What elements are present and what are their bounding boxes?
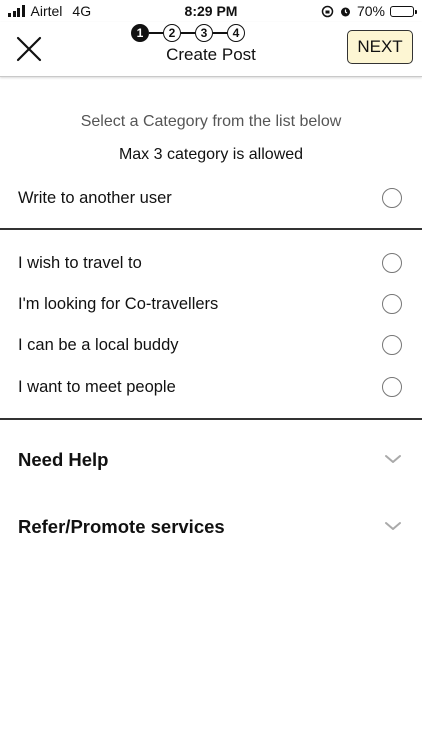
status-bar: Airtel 4G 8:29 PM 70%	[0, 0, 422, 22]
radio-button[interactable]	[382, 188, 402, 208]
chevron-down-icon	[385, 455, 401, 463]
next-button[interactable]: NEXT	[347, 30, 413, 64]
option-label: I want to meet people	[18, 378, 176, 396]
step-3: 3	[195, 24, 213, 42]
option-local-buddy[interactable]: I can be a local buddy	[0, 327, 422, 363]
limit-text: Max 3 category is allowed	[118, 146, 304, 163]
option-co-travellers[interactable]: I'm looking for Co-travellers	[0, 286, 422, 322]
radio-button[interactable]	[382, 294, 402, 314]
radio-button[interactable]	[382, 377, 402, 397]
option-meet-people[interactable]: I want to meet people	[0, 369, 422, 405]
step-connector	[213, 32, 227, 34]
status-right: 70%	[321, 3, 417, 19]
section-label: Need Help	[18, 449, 109, 470]
step-connector	[149, 32, 163, 34]
radio-button[interactable]	[382, 253, 402, 273]
step-indicator: 1 2 3 4	[131, 22, 245, 44]
option-label: I'm looking for Co-travellers	[18, 295, 219, 313]
rotation-lock-icon	[321, 5, 334, 17]
radio-button[interactable]	[382, 335, 402, 355]
option-label: I can be a local buddy	[18, 336, 179, 354]
option-label: Write to another user	[18, 189, 172, 207]
section-refer-promote[interactable]: Refer/Promote services	[0, 510, 422, 546]
instruction-text: Select a Category from the list below	[80, 113, 342, 130]
chevron-down-icon	[385, 522, 401, 530]
step-1: 1	[131, 24, 149, 42]
battery-percent: 70%	[356, 3, 385, 19]
header: 1 2 3 4 Create Post NEXT	[0, 22, 422, 77]
divider	[0, 418, 422, 420]
option-label: I wish to travel to	[18, 254, 142, 272]
section-label: Refer/Promote services	[18, 516, 225, 537]
divider	[0, 228, 422, 230]
step-4: 4	[227, 24, 245, 42]
step-connector	[181, 32, 195, 34]
option-travel-to[interactable]: I wish to travel to	[0, 245, 422, 281]
section-need-help[interactable]: Need Help	[0, 443, 422, 479]
step-2: 2	[163, 24, 181, 42]
option-write-to-user[interactable]: Write to another user	[0, 180, 422, 216]
alarm-icon	[340, 7, 350, 16]
battery-icon	[390, 5, 417, 17]
